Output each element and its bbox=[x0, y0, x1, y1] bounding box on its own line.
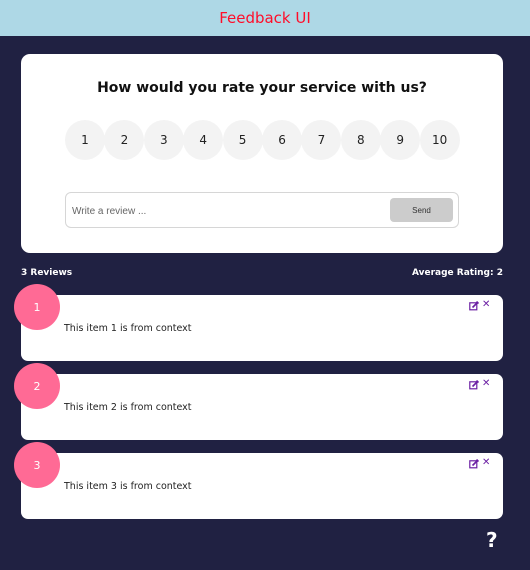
rating-question: How would you rate your service with us? bbox=[97, 80, 427, 96]
close-icon[interactable]: ✕ bbox=[482, 457, 490, 469]
rating-option-5[interactable]: 5 bbox=[222, 120, 263, 160]
review-input[interactable] bbox=[72, 202, 372, 220]
rating-option-7[interactable]: 7 bbox=[301, 120, 342, 160]
send-button[interactable]: Send bbox=[390, 198, 453, 222]
review-form: Send bbox=[65, 192, 459, 228]
rating-card: How would you rate your service with us?… bbox=[21, 54, 503, 253]
review-item-2: 2 ✕ This item 2 is from context bbox=[14, 363, 503, 440]
review-text: This item 2 is from context bbox=[64, 402, 192, 413]
rating-option-4[interactable]: 4 bbox=[183, 120, 224, 160]
edit-icon[interactable] bbox=[469, 459, 479, 469]
review-item-1: 1 ✕ This item 1 is from context bbox=[14, 284, 503, 361]
rating-option-8[interactable]: 8 bbox=[340, 120, 381, 160]
close-icon[interactable]: ✕ bbox=[482, 299, 490, 311]
rating-option-3[interactable]: 3 bbox=[143, 120, 184, 160]
edit-icon[interactable] bbox=[469, 301, 479, 311]
app-title: Feedback UI bbox=[219, 9, 311, 27]
rating-badge: 2 bbox=[14, 363, 60, 409]
rating-option-2[interactable]: 2 bbox=[104, 120, 145, 160]
question-mark-icon[interactable]: ? bbox=[486, 528, 498, 552]
review-count: 3 Reviews bbox=[21, 268, 73, 278]
review-text: This item 3 is from context bbox=[64, 481, 192, 492]
close-icon[interactable]: ✕ bbox=[482, 378, 490, 390]
edit-icon[interactable] bbox=[469, 380, 479, 390]
rating-option-6[interactable]: 6 bbox=[262, 120, 303, 160]
rating-option-9[interactable]: 9 bbox=[380, 120, 421, 160]
average-rating: Average Rating: 2 bbox=[411, 268, 503, 278]
rating-options: 1 2 3 4 5 6 7 8 9 10 bbox=[65, 120, 460, 160]
rating-badge: 3 bbox=[14, 442, 60, 488]
rating-option-1[interactable]: 1 bbox=[65, 120, 105, 160]
review-item-3: 3 ✕ This item 3 is from context bbox=[14, 442, 503, 519]
app-header: Feedback UI bbox=[0, 0, 530, 36]
rating-option-10[interactable]: 10 bbox=[419, 120, 460, 160]
review-text: This item 1 is from context bbox=[64, 323, 192, 334]
rating-badge: 1 bbox=[14, 284, 60, 330]
